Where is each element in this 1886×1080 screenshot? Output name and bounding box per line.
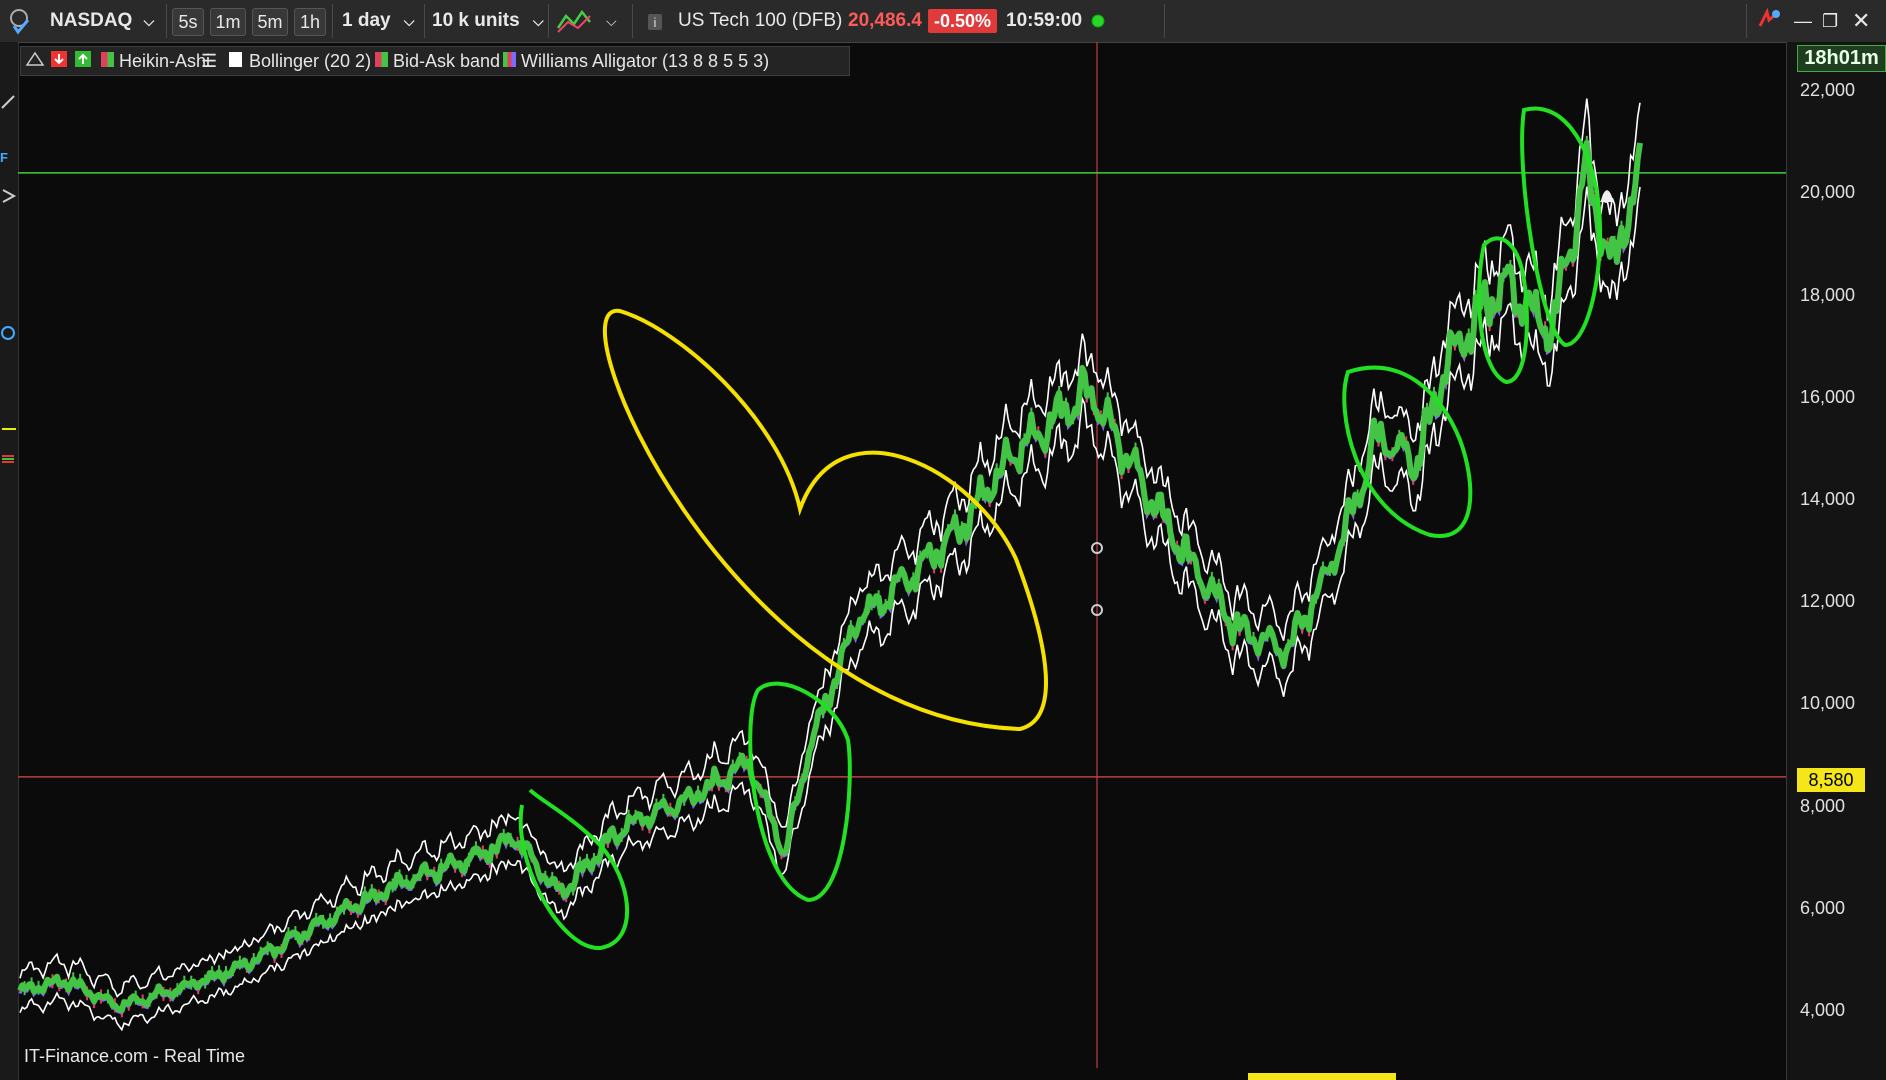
- bollinger-upper-band: [19, 98, 1641, 998]
- data-source-label: IT-Finance.com - Real Time: [24, 1046, 246, 1066]
- legend-bollinger[interactable]: Bollinger (20 2): [249, 49, 371, 73]
- price-axis-label: 6,000: [1800, 897, 1846, 918]
- legend-heikin-ashi[interactable]: Heikin-Ashi: [119, 49, 210, 73]
- legend-williams-alligator[interactable]: Williams Alligator (13 8 8 5 5 3): [521, 49, 769, 73]
- price-axis-label: 12,000: [1800, 591, 1856, 612]
- crosshair-time-tag: [1248, 1073, 1396, 1080]
- download-icon[interactable]: [49, 49, 69, 73]
- legend-bid-ask-band[interactable]: Bid-Ask band: [393, 49, 500, 73]
- price-axis-label: 18,000: [1800, 284, 1856, 305]
- upload-icon[interactable]: [73, 49, 93, 73]
- price-axis-label: 8,000: [1800, 795, 1846, 816]
- layout-icon[interactable]: [25, 49, 45, 73]
- price-axis-label: 10,000: [1800, 693, 1856, 714]
- bell-icon: [1600, 190, 1614, 202]
- list-icon[interactable]: ☰: [201, 49, 217, 73]
- price-axis-label: 4,000: [1800, 999, 1846, 1020]
- bar-timer-badge: 18h01m: [1797, 45, 1886, 72]
- indicator-legend: Heikin-Ashi ☰ Bollinger (20 2) Bid-Ask b…: [20, 46, 850, 76]
- alligator-teeth-line: [18, 143, 1635, 1014]
- price-axis-label: 16,000: [1800, 386, 1856, 407]
- price-axis-label: 22,000: [1800, 80, 1856, 101]
- crosshair-price-tag: 8,580: [1797, 768, 1865, 792]
- bollinger-lower-band: [19, 186, 1641, 1032]
- price-axis-label: 20,000: [1800, 182, 1856, 203]
- alligator-jaw-line: [18, 145, 1628, 1016]
- price-chart[interactable]: [0, 0, 1886, 1080]
- annotation-yellow-ellipse: [602, 308, 1048, 732]
- price-axis-label: 14,000: [1800, 488, 1856, 509]
